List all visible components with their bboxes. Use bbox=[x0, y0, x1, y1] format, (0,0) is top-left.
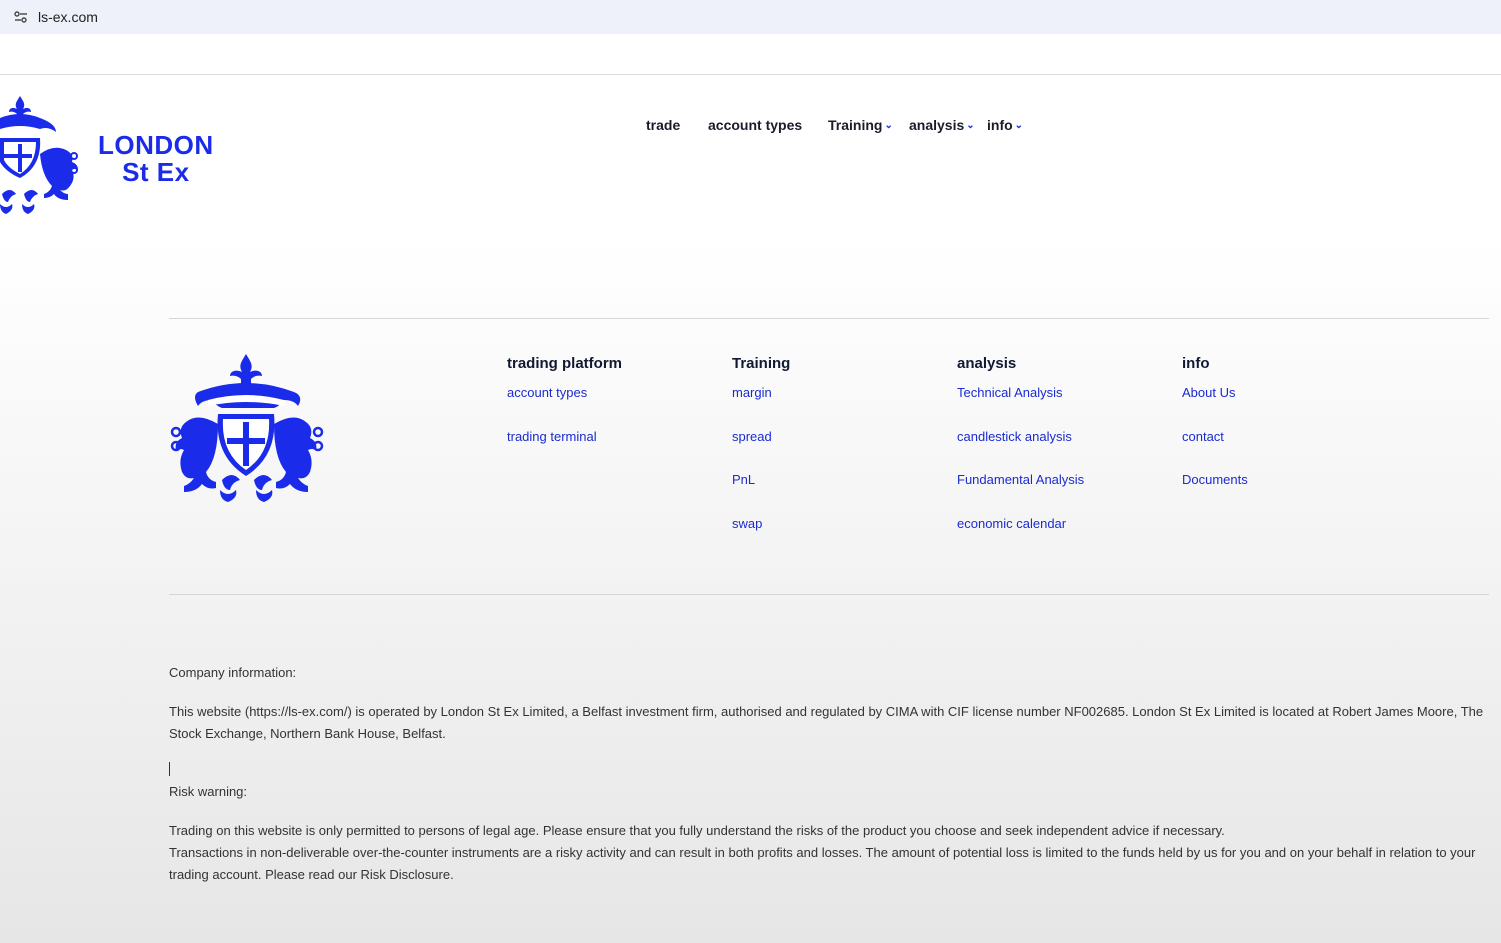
risk-text-2: Transactions in non-deliverable over-the… bbox=[169, 845, 1476, 882]
footer-link-documents[interactable]: Documents bbox=[1182, 472, 1248, 516]
footer-col-title: info bbox=[1182, 355, 1210, 372]
footer-link-swap[interactable]: swap bbox=[732, 516, 790, 560]
footer-link-account-types[interactable]: account types bbox=[507, 385, 622, 429]
nav-item-trade[interactable]: trade bbox=[646, 117, 708, 133]
footer-link-fundamental-analysis[interactable]: Fundamental Analysis bbox=[957, 472, 1084, 516]
footer-col-info: info About Us contact Documents bbox=[1182, 355, 1248, 516]
footer-col-title: Training bbox=[732, 355, 791, 372]
nav-item-training[interactable]: Training ⌄ bbox=[828, 117, 909, 133]
footer-top-divider bbox=[169, 318, 1489, 319]
footer-col-title: trading platform bbox=[507, 355, 622, 372]
footer-link-economic-calendar[interactable]: economic calendar bbox=[957, 516, 1084, 560]
company-info: Company information: This website (https… bbox=[169, 662, 1489, 886]
nav-item-account-types[interactable]: account types bbox=[708, 117, 828, 133]
url-text: ls-ex.com bbox=[38, 9, 98, 25]
main-nav: trade account types Training ⌄ analysis … bbox=[646, 117, 1037, 133]
nav-label: trade bbox=[646, 117, 681, 133]
footer-col-analysis: analysis Technical Analysis candlestick … bbox=[957, 355, 1084, 559]
logo-line-1: LONDON bbox=[98, 130, 214, 160]
nav-label: account types bbox=[708, 117, 803, 133]
footer-col-training: Training margin spread PnL swap bbox=[732, 355, 790, 559]
logo-wordmark[interactable]: LONDON St Ex bbox=[98, 132, 214, 186]
footer-link-candlestick-analysis[interactable]: candlestick analysis bbox=[957, 429, 1084, 473]
nav-item-analysis[interactable]: analysis ⌄ bbox=[909, 117, 987, 133]
heraldic-crest-icon bbox=[170, 354, 324, 502]
logo-line-2: St Ex bbox=[122, 157, 190, 187]
footer-link-spread[interactable]: spread bbox=[732, 429, 790, 473]
heraldic-crest-icon bbox=[0, 96, 78, 214]
footer-bottom-divider bbox=[169, 594, 1489, 595]
tune-icon[interactable] bbox=[10, 6, 32, 28]
footer-link-margin[interactable]: margin bbox=[732, 385, 790, 429]
chevron-down-icon: ⌄ bbox=[1014, 119, 1024, 131]
text-cursor bbox=[169, 762, 170, 776]
footer-col-title: analysis bbox=[957, 355, 1017, 372]
footer-link-trading-terminal[interactable]: trading terminal bbox=[507, 429, 622, 473]
company-text: This website (https://ls-ex.com/) is ope… bbox=[169, 704, 1484, 741]
footer-link-pnl[interactable]: PnL bbox=[732, 472, 790, 516]
footer-link-about-us[interactable]: About Us bbox=[1182, 385, 1248, 429]
footer-link-contact[interactable]: contact bbox=[1182, 429, 1248, 473]
nav-label: info bbox=[987, 117, 1013, 133]
company-heading: Company information: bbox=[169, 665, 297, 680]
browser-address-bar: ls-ex.com bbox=[0, 0, 1501, 34]
footer-logo[interactable] bbox=[168, 352, 328, 507]
footer-link-technical-analysis[interactable]: Technical Analysis bbox=[957, 385, 1084, 429]
risk-text-1: Trading on this website is only permitte… bbox=[169, 823, 1225, 838]
nav-item-info[interactable]: info ⌄ bbox=[987, 117, 1037, 133]
chevron-down-icon: ⌄ bbox=[966, 119, 975, 131]
risk-heading: Risk warning: bbox=[169, 784, 248, 799]
nav-label: analysis bbox=[909, 117, 965, 133]
header-divider bbox=[0, 74, 1501, 75]
url-field[interactable]: ls-ex.com bbox=[4, 2, 1501, 32]
chevron-down-icon: ⌄ bbox=[884, 119, 893, 131]
nav-label: Training bbox=[828, 117, 883, 133]
footer-col-trading-platform: trading platform account types trading t… bbox=[507, 355, 622, 472]
